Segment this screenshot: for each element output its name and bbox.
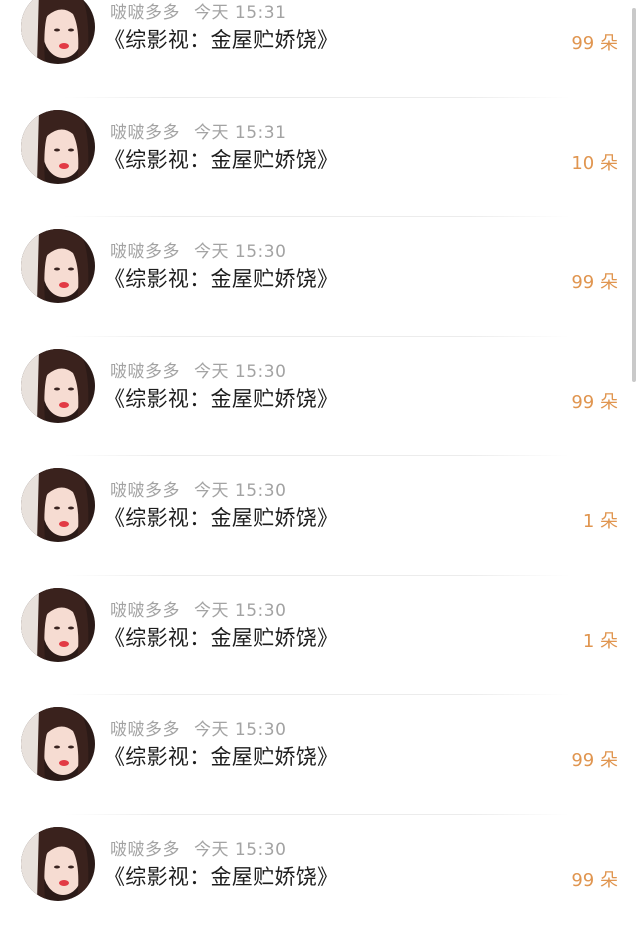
item-meta: 啵啵多多今天 15:30 [110, 237, 286, 262]
username[interactable]: 啵啵多多 [110, 720, 180, 740]
divider [64, 814, 570, 815]
gift-record-list: 啵啵多多今天 15:31 《综影视：金屋贮娇饶》 99 朵 啵啵多多今天 15:… [0, 0, 640, 946]
item-title[interactable]: 《综影视：金屋贮娇饶》 [104, 622, 338, 652]
item-meta: 啵啵多多今天 15:31 [110, 0, 286, 23]
timestamp: 今天 15:30 [194, 362, 286, 382]
list-item[interactable]: 啵啵多多今天 15:30 《综影视：金屋贮娇饶》 1 朵 [0, 588, 640, 708]
timestamp: 今天 15:30 [194, 720, 286, 740]
gift-count: 99 朵 [571, 268, 618, 294]
username[interactable]: 啵啵多多 [110, 123, 180, 143]
avatar[interactable] [21, 229, 95, 303]
username[interactable]: 啵啵多多 [110, 362, 180, 382]
avatar[interactable] [21, 468, 95, 542]
avatar[interactable] [21, 0, 95, 64]
gift-count: 99 朵 [571, 866, 618, 892]
avatar[interactable] [21, 827, 95, 901]
item-title[interactable]: 《综影视：金屋贮娇饶》 [104, 263, 338, 293]
list-item[interactable]: 啵啵多多今天 15:30 《综影视：金屋贮娇饶》 1 朵 [0, 468, 640, 588]
divider [64, 455, 570, 456]
avatar[interactable] [21, 707, 95, 781]
username[interactable]: 啵啵多多 [110, 242, 180, 262]
item-title[interactable]: 《综影视：金屋贮娇饶》 [104, 502, 338, 532]
list-item[interactable]: 啵啵多多今天 15:31 《综影视：金屋贮娇饶》 10 朵 [0, 110, 640, 230]
item-title[interactable]: 《综影视：金屋贮娇饶》 [104, 383, 338, 413]
scrollbar[interactable] [632, 8, 636, 382]
avatar[interactable] [21, 110, 95, 184]
divider [64, 216, 570, 217]
item-title[interactable]: 《综影视：金屋贮娇饶》 [104, 741, 338, 771]
list-item[interactable]: 啵啵多多今天 15:30 《综影视：金屋贮娇饶》 99 朵 [0, 349, 640, 469]
timestamp: 今天 15:31 [194, 3, 286, 23]
timestamp: 今天 15:31 [194, 123, 286, 143]
gift-count: 1 朵 [583, 507, 618, 533]
list-item[interactable]: 啵啵多多今天 15:31 《综影视：金屋贮娇饶》 99 朵 [0, 0, 640, 110]
username[interactable]: 啵啵多多 [110, 840, 180, 860]
gift-count: 10 朵 [571, 149, 618, 175]
item-meta: 啵啵多多今天 15:30 [110, 715, 286, 740]
avatar[interactable] [21, 349, 95, 423]
gift-count: 99 朵 [571, 29, 618, 55]
item-title[interactable]: 《综影视：金屋贮娇饶》 [104, 24, 338, 54]
timestamp: 今天 15:30 [194, 601, 286, 621]
timestamp: 今天 15:30 [194, 242, 286, 262]
item-meta: 啵啵多多今天 15:30 [110, 835, 286, 860]
list-item[interactable]: 啵啵多多今天 15:30 《综影视：金屋贮娇饶》 99 朵 [0, 229, 640, 349]
timestamp: 今天 15:30 [194, 481, 286, 501]
list-item[interactable]: 啵啵多多今天 15:30 《综影视：金屋贮娇饶》 99 朵 [0, 827, 640, 946]
item-meta: 啵啵多多今天 15:30 [110, 476, 286, 501]
item-title[interactable]: 《综影视：金屋贮娇饶》 [104, 861, 338, 891]
item-meta: 啵啵多多今天 15:31 [110, 118, 286, 143]
item-meta: 啵啵多多今天 15:30 [110, 596, 286, 621]
username[interactable]: 啵啵多多 [110, 481, 180, 501]
username[interactable]: 啵啵多多 [110, 601, 180, 621]
gift-count: 99 朵 [571, 388, 618, 414]
gift-count: 1 朵 [583, 627, 618, 653]
username[interactable]: 啵啵多多 [110, 3, 180, 23]
item-meta: 啵啵多多今天 15:30 [110, 357, 286, 382]
divider [64, 336, 570, 337]
list-item[interactable]: 啵啵多多今天 15:30 《综影视：金屋贮娇饶》 99 朵 [0, 707, 640, 827]
divider [64, 97, 570, 98]
gift-count: 99 朵 [571, 746, 618, 772]
divider [64, 575, 570, 576]
timestamp: 今天 15:30 [194, 840, 286, 860]
avatar[interactable] [21, 588, 95, 662]
item-title[interactable]: 《综影视：金屋贮娇饶》 [104, 144, 338, 174]
divider [64, 694, 570, 695]
